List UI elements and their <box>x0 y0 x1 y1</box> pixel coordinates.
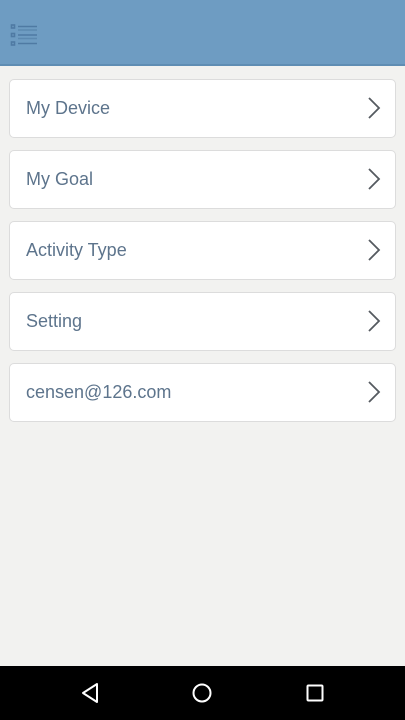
menu-item-activity-type[interactable]: Activity Type <box>9 221 396 280</box>
back-triangle-icon <box>82 683 98 703</box>
app-header <box>0 0 405 66</box>
chevron-right-icon <box>368 168 381 190</box>
menu-button[interactable] <box>8 20 40 50</box>
system-nav-bar <box>0 666 405 720</box>
recents-button[interactable] <box>295 674 335 712</box>
menu-item-label: Setting <box>26 311 83 331</box>
chevron-right-icon <box>368 239 381 261</box>
menu-item-label: censen@126.com <box>26 382 172 402</box>
menu-item-my-goal[interactable]: My Goal <box>9 150 396 209</box>
chevron-right-icon <box>368 97 381 119</box>
menu-item-account[interactable]: censen@126.com <box>9 363 396 422</box>
menu-item-my-device[interactable]: My Device <box>9 79 396 138</box>
chevron-right-icon <box>368 310 381 332</box>
main-content: My Device My Goal Activity Type Setting <box>0 66 405 666</box>
back-button[interactable] <box>70 674 110 712</box>
menu-item-setting[interactable]: Setting <box>9 292 396 351</box>
menu-item-label: My Device <box>26 98 111 118</box>
menu-item-label: Activity Type <box>26 240 127 260</box>
home-button[interactable] <box>182 674 222 712</box>
chevron-right-icon <box>368 381 381 403</box>
list-menu-icon <box>10 24 37 46</box>
menu-list: My Device My Goal Activity Type Setting <box>9 79 396 434</box>
menu-item-label: My Goal <box>26 169 94 189</box>
home-circle-icon <box>192 683 212 703</box>
recents-square-icon <box>306 684 324 702</box>
